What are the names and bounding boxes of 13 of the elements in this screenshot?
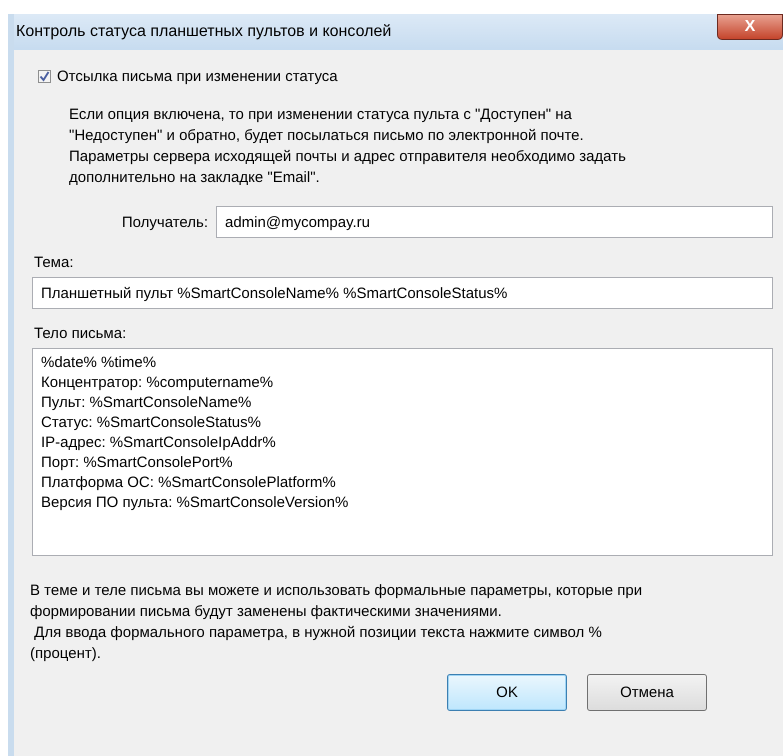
message-body-label: Тело письма:	[34, 325, 128, 342]
subject-label: Тема:	[34, 254, 74, 271]
recipient-field[interactable]: admin@mycompay.ru	[216, 206, 773, 238]
checkbox[interactable]	[38, 70, 51, 83]
subject-field[interactable]: Планшетный пульт %SmartConsoleName% %SmartConsoleStatus%	[32, 277, 773, 309]
ok-button[interactable]: OK	[447, 674, 567, 711]
recipient-label: Получатель:	[120, 214, 209, 230]
hint-text: В теме и теле письма вы можете и использовать формальные параметры, которые при формировании письма будут заменены фактическими значениями. Для ввода формального параметра, в нужной позиции текста нажмите символ % (процент).	[30, 581, 644, 664]
message-body-field[interactable]: %date% %time% Концентратор: %computername% Пульт: %SmartConsoleName% Статус: %SmartConsoleStatus% IP-адрес: %SmartConsoleIpAddr% Порт: %SmartConsolePort% Платформа ОС: %SmartConsolePlatform% Версия ПО пульта: %SmartConsoleVersion%	[32, 348, 773, 556]
description-text: Если опция включена, то при изменении статуса пульта с "Доступен" на "Недоступен" и обратно, будет посылаться письмо по электронной почте. Параметры сервера исходящей почты и адрес отправителя необходимо задать дополнительно на закладке "Email".	[69, 105, 627, 188]
window-title: Контроль статуса планшетных пультов и консолей	[15, 23, 392, 41]
cancel-button[interactable]: Отмена	[587, 674, 707, 711]
checkbox-label: Отсылка письма при изменении статуса	[57, 68, 338, 85]
